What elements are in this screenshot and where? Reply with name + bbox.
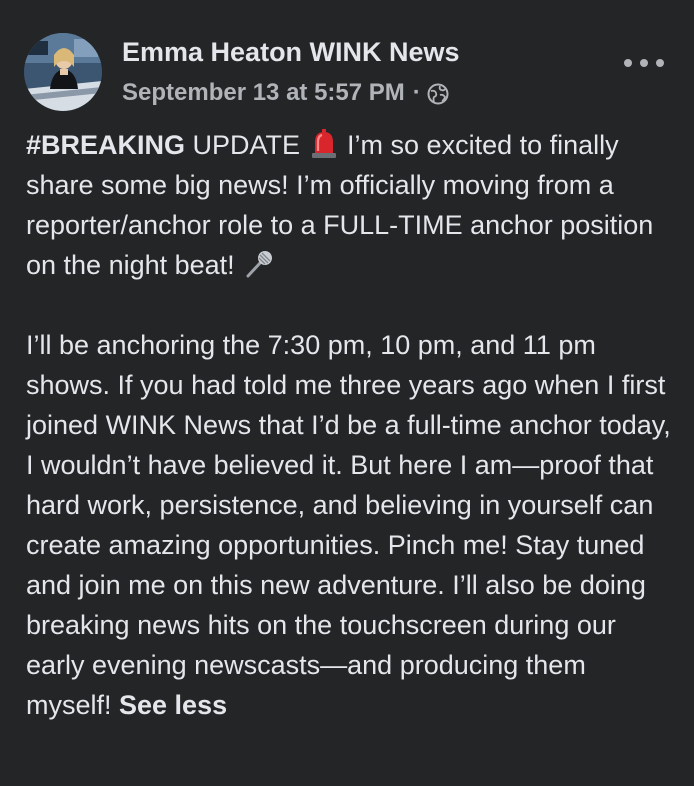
paragraph-2-text: I’ll be anchoring the 7:30 pm, 10 pm, an… (26, 330, 671, 720)
paragraph-1-text-a: UPDATE (185, 130, 308, 160)
see-less-button[interactable]: See less (119, 690, 227, 720)
profile-avatar[interactable] (24, 33, 102, 111)
meta-separator: · (412, 79, 421, 106)
globe-icon (427, 83, 449, 105)
facebook-post: Emma Heaton WINK News September 13 at 5:… (0, 0, 694, 786)
post-timestamp[interactable]: September 13 at 5:57 PM (122, 79, 405, 107)
post-paragraph-1: #BREAKING UPDATE I’m so excited to final… (26, 125, 676, 285)
hashtag-breaking[interactable]: #BREAKING (26, 130, 185, 160)
post-body: #BREAKING UPDATE I’m so excited to final… (26, 125, 676, 725)
microphone-emoji (244, 249, 274, 279)
post-header: Emma Heaton WINK News September 13 at 5:… (24, 33, 670, 113)
post-meta: September 13 at 5:57 PM · (122, 79, 449, 107)
more-dots-icon[interactable] (624, 53, 664, 73)
post-paragraph-2: I’ll be anchoring the 7:30 pm, 10 pm, an… (26, 325, 676, 725)
author-name[interactable]: Emma Heaton WINK News (122, 37, 460, 68)
police-light-emoji (310, 129, 338, 159)
